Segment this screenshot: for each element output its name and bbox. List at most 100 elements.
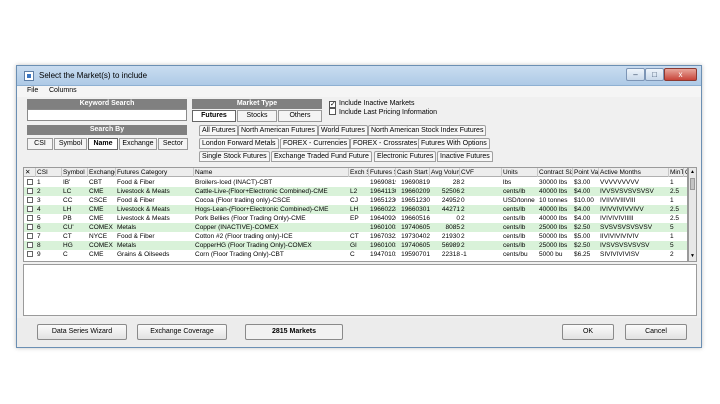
column-header[interactable]: Units (502, 168, 538, 177)
menu-bar: File Columns (17, 86, 701, 97)
filter-inactive-futures[interactable]: Inactive Futures (437, 151, 493, 162)
row-checkbox[interactable] (27, 197, 33, 203)
filter-electronic-futures[interactable]: Electronic Futures (374, 151, 437, 162)
grid-cell: 4 (37, 206, 41, 213)
exchange-coverage-button[interactable]: Exchange Coverage (137, 324, 227, 340)
market-row[interactable]: 5 PB CME Livestock & Meats Pork Bellies (Flo… (24, 214, 687, 223)
column-header[interactable]: CSI (36, 168, 62, 177)
grid-cell: Livestock & Meats (117, 206, 170, 213)
grid-cell: COMEX (89, 224, 113, 231)
grid-cell: C (63, 251, 68, 258)
maximize-button[interactable]: □ (645, 68, 664, 81)
column-header[interactable]: ✕ (24, 168, 36, 177)
grid-cell: CME (89, 206, 104, 213)
scroll-thumb[interactable] (690, 178, 695, 190)
cancel-button[interactable]: Cancel (625, 324, 687, 340)
row-checkbox[interactable] (27, 188, 33, 194)
filter-london-forward-metals[interactable]: London Forward Metals (199, 138, 279, 149)
row-checkbox[interactable] (27, 251, 33, 257)
keyword-search-input[interactable] (27, 109, 187, 121)
column-header[interactable]: Symbol (62, 168, 88, 177)
scroll-up-icon[interactable]: ▲ (689, 168, 696, 177)
grid-cell: $4.00 (574, 206, 591, 213)
column-header[interactable]: Futures Category (116, 168, 194, 177)
row-checkbox[interactable] (27, 215, 33, 221)
column-header[interactable]: Active Months (599, 168, 669, 177)
data-series-wizard-button[interactable]: Data Series Wizard (37, 324, 127, 340)
filter-na-stock-index-futures[interactable]: North American Stock Index Futures (368, 125, 487, 136)
grid-cell: cents/lb (503, 188, 526, 195)
row-checkbox[interactable] (27, 179, 33, 185)
grid-cell: cents/lb (503, 233, 526, 240)
search-by-exchange-tab[interactable]: Exchange (119, 138, 157, 150)
column-header[interactable]: Exch Sym (349, 168, 369, 177)
column-header[interactable]: Avg Volume (430, 168, 460, 177)
column-header[interactable]: Exchange (88, 168, 116, 177)
grid-cell: 0 (461, 197, 465, 204)
search-by-sector-tab[interactable]: Sector (158, 138, 188, 150)
grid-cell: LH (350, 206, 359, 213)
row-checkbox[interactable] (27, 224, 33, 230)
column-header[interactable]: Name (194, 168, 349, 177)
grid-cell: 7 (37, 233, 41, 240)
grid-cell: 19640920 (370, 215, 396, 222)
filter-forex-crossrates[interactable]: FOREX - Crossrates (350, 138, 421, 149)
filter-world-futures[interactable]: World Futures (318, 125, 368, 136)
grid-cell: 1 (670, 197, 674, 204)
row-checkbox[interactable] (27, 233, 33, 239)
market-row[interactable]: 7 CT NYCE Food & Fiber Cotton #2 (Floor trad… (24, 232, 687, 241)
market-selector-window: Select the Market(s) to include – □ x Fi… (16, 65, 702, 348)
filter-north-american-futures[interactable]: North American Futures (238, 125, 318, 136)
grid-cell: LH (63, 206, 72, 213)
market-type-others-tab[interactable]: Others (278, 110, 322, 122)
row-checkbox[interactable] (27, 242, 33, 248)
market-row[interactable]: 9 C CME Grains & Oilseeds Corn (Floor Tradin… (24, 250, 687, 259)
column-header[interactable]: Contract Size (538, 168, 573, 177)
grid-cell: Grains & Oilseeds (117, 251, 170, 258)
column-header[interactable]: Futures Start (369, 168, 396, 177)
market-type-stocks-tab[interactable]: Stocks (237, 110, 277, 122)
market-row[interactable]: 4 LH CME Livestock & Meats Hogs-Lean-(Floor+… (24, 205, 687, 214)
grid-cell: 56989 (441, 242, 460, 249)
market-type-futures-tab[interactable]: Futures (192, 110, 236, 122)
ok-button[interactable]: OK (562, 324, 614, 340)
grid-cell: 2 (461, 215, 465, 222)
filter-etf-future[interactable]: Exchange Traded Fund Future (271, 151, 372, 162)
column-header[interactable]: Cash Start (396, 168, 430, 177)
close-button[interactable]: x (664, 68, 697, 81)
search-by-symbol-tab[interactable]: Symbol (54, 138, 87, 150)
market-row[interactable]: 1 IB' CBT Food & Fiber Broilers-Iced (INACT)… (24, 178, 687, 187)
grid-cell: 2 (461, 233, 465, 240)
column-header[interactable]: Point Value (573, 168, 599, 177)
grid-cell: 25000 lbs (539, 242, 568, 249)
grid-cell: $2.50 (574, 224, 591, 231)
filter-futures-with-options[interactable]: Futures With Options (418, 138, 490, 149)
include-last-pricing-option[interactable]: Include Last Pricing Information (329, 108, 437, 117)
minimize-button[interactable]: – (626, 68, 645, 81)
search-by-name-tab[interactable]: Name (88, 138, 118, 150)
grid-cell: CME (89, 251, 104, 258)
grid-scrollbar[interactable]: ▲ ▼ (688, 167, 697, 262)
grid-cell: Corn (Floor Trading Only)-CBT (195, 251, 284, 258)
include-inactive-option[interactable]: ✓ Include Inactive Markets (329, 99, 414, 108)
column-header[interactable]: CVF (460, 168, 502, 177)
search-by-csi-tab[interactable]: CSI (27, 138, 53, 150)
include-last-pricing-checkbox[interactable] (329, 108, 336, 115)
row-checkbox[interactable] (27, 206, 33, 212)
menu-columns[interactable]: Columns (49, 87, 77, 94)
menu-file[interactable]: File (27, 87, 38, 94)
column-header[interactable]: MinTick (669, 168, 684, 177)
filter-all-futures[interactable]: All Futures (199, 125, 239, 136)
market-row[interactable]: 8 HG COMEX Metals CopperHG (Floor Trading On… (24, 241, 687, 250)
filter-forex-currencies[interactable]: FOREX - Currencies (280, 138, 351, 149)
grid-cell: 44271 (441, 206, 460, 213)
title-bar[interactable]: Select the Market(s) to include – □ x (17, 66, 701, 86)
market-row[interactable]: 3 CC CSCE Food & Fiber Cocoa (Floor trading … (24, 196, 687, 205)
footer-bar: Data Series Wizard Exchange Coverage 281… (17, 318, 701, 347)
market-row[interactable]: 2 LC CME Livestock & Meats Cattle-Live-(Floo… (24, 187, 687, 196)
filter-single-stock-futures[interactable]: Single Stock Futures (199, 151, 270, 162)
grid-cell: 5 (670, 242, 674, 249)
include-inactive-checkbox[interactable]: ✓ (329, 101, 336, 108)
market-row[interactable]: 6 CU' COMEX Metals Copper (INACTIVE)-COMEX 19… (24, 223, 687, 232)
scroll-down-icon[interactable]: ▼ (689, 252, 696, 261)
